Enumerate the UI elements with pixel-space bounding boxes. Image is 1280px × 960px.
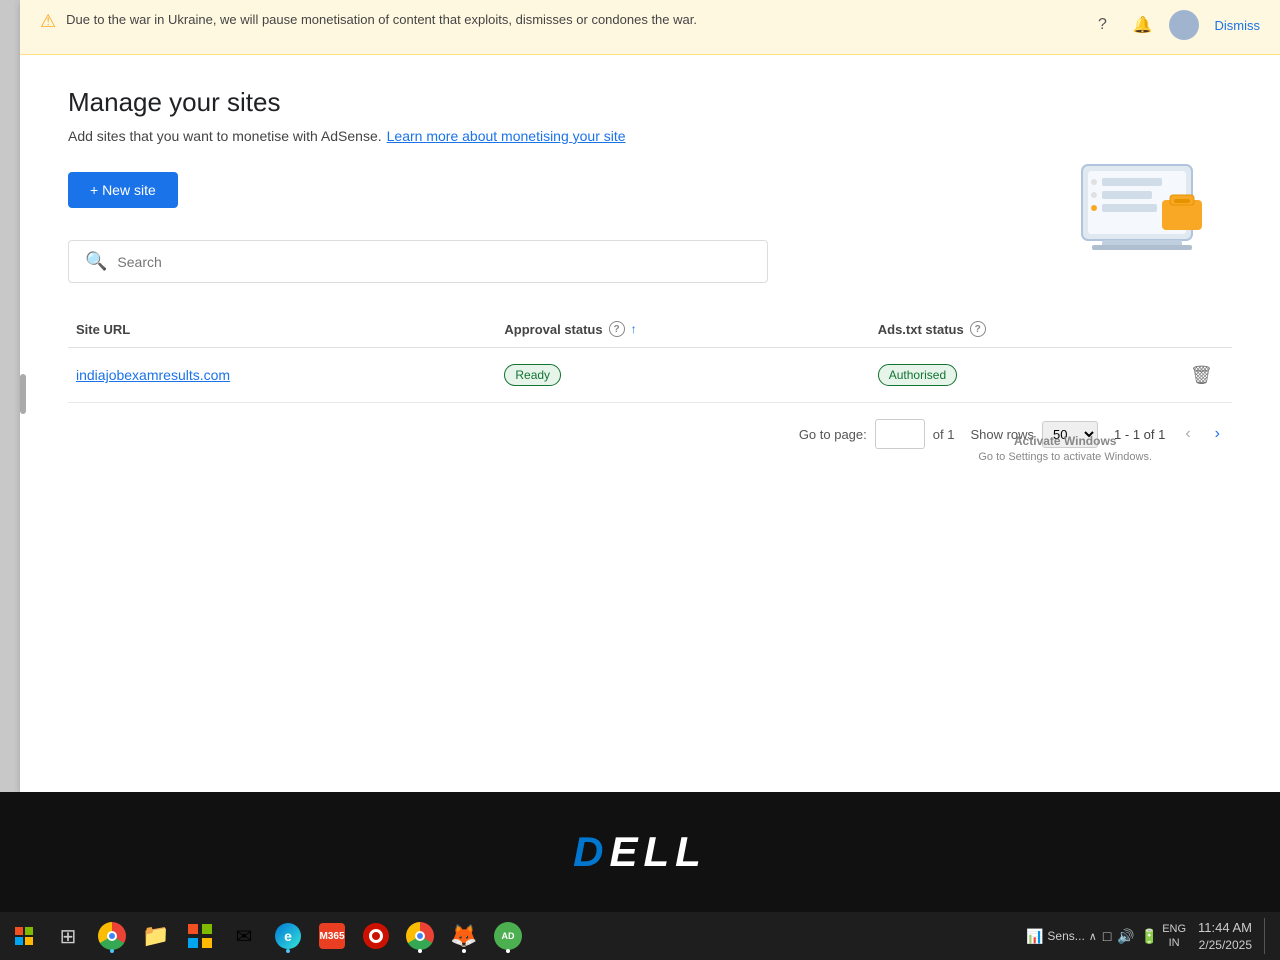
ads-txt-status-cell: Authorised [870, 348, 1182, 403]
approval-status-cell: Ready [496, 348, 869, 403]
taskbar-chrome-icon[interactable] [92, 916, 132, 956]
activate-windows-watermark: Activate Windows Go to Settings to activ… [978, 433, 1152, 465]
actions-cell: 🗑 [1182, 348, 1232, 403]
approval-help-icon[interactable]: ? [609, 321, 625, 337]
taskbar-file-explorer-icon[interactable]: 📁 [136, 916, 176, 956]
search-input[interactable] [117, 254, 751, 270]
show-desktop-button[interactable] [1264, 918, 1268, 954]
avatar[interactable] [1169, 10, 1199, 40]
notification-icon[interactable]: 🔔 [1129, 11, 1157, 39]
dismiss-button[interactable]: Dismiss [1215, 18, 1261, 33]
sites-table: Site URL Approval status ? ↑ [68, 311, 1232, 403]
taskbar-m365-icon[interactable]: M365 [312, 916, 352, 956]
sens-label: Sens... [1047, 929, 1084, 943]
taskbar-edge-icon[interactable]: e [268, 916, 308, 956]
top-icons: ? 🔔 [1089, 10, 1199, 40]
page-title: Manage your sites [68, 87, 1232, 118]
dell-slash: D [573, 828, 609, 875]
page-content: Manage your sites Add sites that you wan… [20, 55, 1280, 489]
taskbar: ⊞ 📁 [0, 912, 1280, 960]
tray-battery-icon[interactable]: 🔋 [1141, 928, 1158, 945]
taskbar-tray: ∧ □ 🔊 🔋 [1089, 928, 1158, 945]
taskbar-firefox-icon[interactable]: 🦊 [444, 916, 484, 956]
taskbar-chrome-active-icon[interactable] [400, 916, 440, 956]
of-label: of 1 [933, 427, 955, 442]
col-actions [1182, 311, 1232, 348]
delete-icon[interactable]: 🗑 [1190, 365, 1213, 385]
learn-more-link[interactable]: Learn more about monetising your site [387, 128, 626, 144]
search-bar-container: 🔍 [68, 240, 768, 283]
taskbar-mail-icon[interactable]: ✉ [224, 916, 264, 956]
tray-chevron-icon[interactable]: ∧ [1089, 930, 1097, 943]
new-site-button[interactable]: + New site [68, 172, 178, 208]
approval-status-badge: Ready [504, 364, 561, 386]
prev-page-button[interactable]: ‹ [1181, 421, 1194, 447]
search-icon: 🔍 [85, 251, 107, 272]
page-wrapper: ⚠ Due to the war in Ukraine, we will pau… [0, 0, 1280, 960]
warning-banner: ⚠ Due to the war in Ukraine, we will pau… [20, 0, 1280, 55]
taskbar-store-icon[interactable] [180, 916, 220, 956]
browser-window: ⚠ Due to the war in Ukraine, we will pau… [20, 0, 1280, 792]
col-ads-txt-status: Ads.txt status ? [870, 311, 1182, 348]
subtitle-text: Add sites that you want to monetise with… [68, 128, 382, 144]
taskbar-ad-icon[interactable]: AD [488, 916, 528, 956]
pagination-row: Go to page: of 1 Show rows 10 25 50 100 [68, 403, 1232, 465]
next-page-button[interactable]: › [1211, 421, 1224, 447]
region-label: IN [1162, 936, 1186, 950]
content-area: Manage your sites Add sites that you wan… [20, 55, 1280, 732]
tray-volume-icon[interactable]: 🔊 [1117, 928, 1134, 945]
table-row: indiajobexamresults.com Ready Authorised… [68, 348, 1232, 403]
taskbar-snap-icon[interactable]: ⊞ [48, 916, 88, 956]
warning-icon: ⚠ [40, 11, 56, 32]
page-number-input[interactable] [875, 419, 925, 449]
tray-network-icon[interactable]: □ [1103, 928, 1111, 944]
warning-text: Due to the war in Ukraine, we will pause… [66, 10, 697, 30]
taskbar-time: 11:44 AM [1198, 919, 1252, 937]
page-subtitle: Add sites that you want to monetise with… [68, 128, 1232, 144]
dell-branding-area: DELL [0, 792, 1280, 912]
warning-right: ? 🔔 Dismiss [1089, 10, 1261, 40]
sens-indicator[interactable]: 📊 Sens... [1026, 928, 1085, 945]
adstxt-help-icon[interactable]: ? [970, 321, 986, 337]
taskbar-right: 📊 Sens... ∧ □ 🔊 🔋 ENG IN 11:44 AM 2/25/2… [1026, 918, 1276, 954]
site-url-link[interactable]: indiajobexamresults.com [76, 367, 230, 383]
warning-left: ⚠ Due to the war in Ukraine, we will pau… [40, 10, 697, 32]
col-site-url: Site URL [68, 311, 496, 348]
language-label: ENG [1162, 922, 1186, 936]
illustration [1052, 145, 1232, 275]
start-button[interactable] [4, 916, 44, 956]
taskbar-date: 2/25/2025 [1198, 937, 1252, 954]
taskbar-opera-icon[interactable] [356, 916, 396, 956]
go-to-page-label: Go to page: [799, 427, 867, 442]
help-circle-icon[interactable]: ? [1089, 11, 1117, 39]
activate-windows-subtitle: Go to Settings to activate Windows. [978, 450, 1152, 465]
activate-windows-title: Activate Windows [978, 433, 1152, 450]
taskbar-clock[interactable]: 11:44 AM 2/25/2025 [1190, 919, 1260, 954]
page-input-group: Go to page: of 1 [799, 419, 955, 449]
scroll-indicator[interactable] [20, 374, 26, 414]
site-url-cell: indiajobexamresults.com [68, 348, 496, 403]
col-approval-status: Approval status ? ↑ [496, 311, 869, 348]
taskbar-apps: ⊞ 📁 [44, 916, 1026, 956]
approval-sort-icon[interactable]: ↑ [631, 322, 637, 336]
ads-txt-status-badge: Authorised [878, 364, 957, 386]
language-indicator[interactable]: ENG IN [1162, 922, 1186, 951]
dell-logo: DELL [573, 828, 707, 876]
